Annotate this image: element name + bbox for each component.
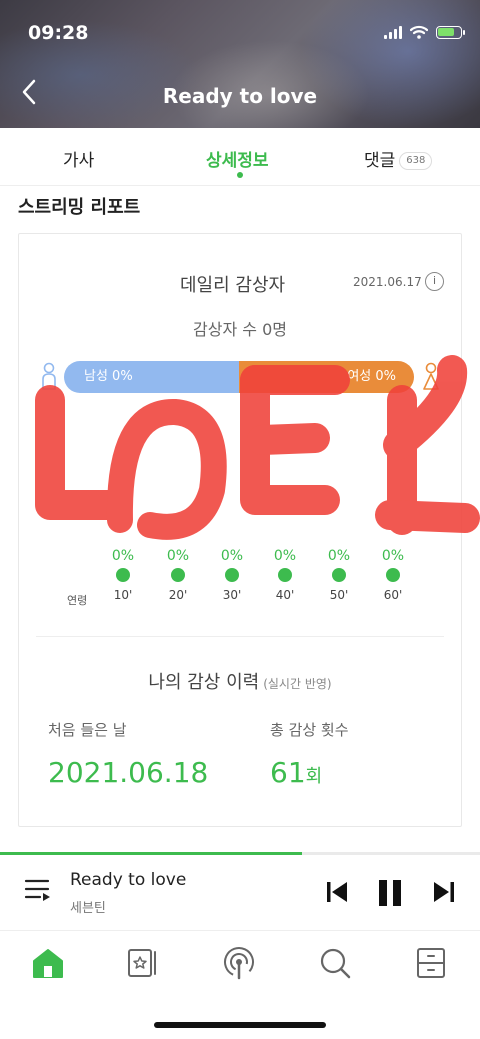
song-artist[interactable]: 세븐틴 (70, 897, 106, 916)
age-percent: 0% (111, 548, 135, 564)
search-icon[interactable] (318, 946, 352, 980)
tab-lyrics[interactable]: 가사 (63, 146, 94, 171)
age-column-40: 0% 40' (265, 548, 305, 602)
age-group-label: 20' (168, 588, 188, 602)
total-plays-label: 총 감상 횟수 (270, 721, 349, 739)
age-group-label: 50' (329, 588, 349, 602)
age-group-label: 30' (222, 588, 242, 602)
age-percent: 0% (273, 548, 297, 564)
cellular-signal-icon (384, 25, 402, 39)
male-ratio: 남성 0% (64, 361, 239, 393)
mini-player: Ready to love 세븐틴 (0, 855, 480, 931)
next-track-icon[interactable] (432, 879, 456, 905)
age-column-30: 0% 30' (212, 548, 252, 602)
age-percent: 0% (327, 548, 351, 564)
home-icon[interactable] (31, 946, 65, 980)
previous-track-icon[interactable] (325, 879, 349, 905)
comment-count-badge: 638 (399, 152, 433, 170)
battery-charging-icon (436, 25, 465, 39)
wifi-icon (410, 25, 428, 39)
library-icon[interactable] (126, 946, 160, 980)
age-percent: 0% (220, 548, 244, 564)
page-title: Ready to love (162, 84, 318, 108)
age-column-10: 0% 10' (103, 548, 143, 602)
tab-comments[interactable]: 댓글 638 (364, 146, 433, 171)
first-listen-date: 2021.06.18 (48, 756, 209, 789)
age-column-60: 0% 60' (373, 548, 413, 602)
age-percent: 0% (381, 548, 405, 564)
history-title-text: 나의 감상 이력 (148, 672, 260, 693)
age-dot (116, 568, 130, 582)
divider (36, 636, 444, 637)
playlist-icon[interactable] (24, 878, 52, 904)
status-time: 09:28 (28, 22, 89, 44)
daily-date: 2021.06.17 (353, 275, 422, 289)
first-listen-label: 처음 들은 날 (48, 721, 127, 739)
tab-details[interactable]: 상세정보 (206, 146, 269, 171)
age-distribution: 연령 0% 10' 0% 20' 0% 30' 0% 40' 0% 50' 0%… (0, 548, 480, 618)
realtime-note: (실시간 반영) (263, 677, 332, 691)
age-label: 연령 (67, 594, 88, 607)
age-column-50: 0% 50' (319, 548, 359, 602)
daily-listeners-title: 데일리 감상자 (180, 275, 286, 296)
female-person-icon (423, 362, 439, 390)
age-dot (171, 568, 185, 582)
listener-count: 감상자 수 0명 (193, 320, 287, 339)
listening-history-title: 나의 감상 이력 (실시간 반영) (0, 668, 480, 694)
age-group-label: 40' (275, 588, 295, 602)
song-title[interactable]: Ready to love (70, 870, 186, 890)
age-dot (278, 568, 292, 582)
gender-ratio-bar: 남성 0% 여성 0% (64, 361, 414, 393)
total-plays-count: 61회 (270, 756, 322, 789)
active-tab-indicator (237, 172, 243, 178)
album-art-header: 09:28 Ready to love (0, 0, 480, 128)
tab-bar: 가사 상세정보 댓글 638 (0, 128, 480, 186)
age-group-label: 60' (383, 588, 403, 602)
age-dot (225, 568, 239, 582)
age-dot (386, 568, 400, 582)
female-ratio: 여성 0% (239, 361, 414, 393)
age-percent: 0% (166, 548, 190, 564)
age-column-20: 0% 20' (158, 548, 198, 602)
podcast-icon[interactable] (222, 946, 256, 980)
age-dot (332, 568, 346, 582)
tab-comments-label: 댓글 (364, 151, 396, 171)
info-icon[interactable]: i (425, 272, 444, 291)
pause-icon[interactable] (377, 879, 403, 907)
total-plays-unit: 회 (305, 766, 323, 787)
age-group-label: 10' (113, 588, 133, 602)
total-plays-value: 61 (270, 756, 306, 789)
status-icons (384, 25, 465, 39)
home-indicator (154, 1022, 326, 1028)
male-person-icon (42, 362, 56, 390)
section-title: 스트리밍 리포트 (18, 197, 141, 218)
storage-icon[interactable] (414, 946, 448, 980)
